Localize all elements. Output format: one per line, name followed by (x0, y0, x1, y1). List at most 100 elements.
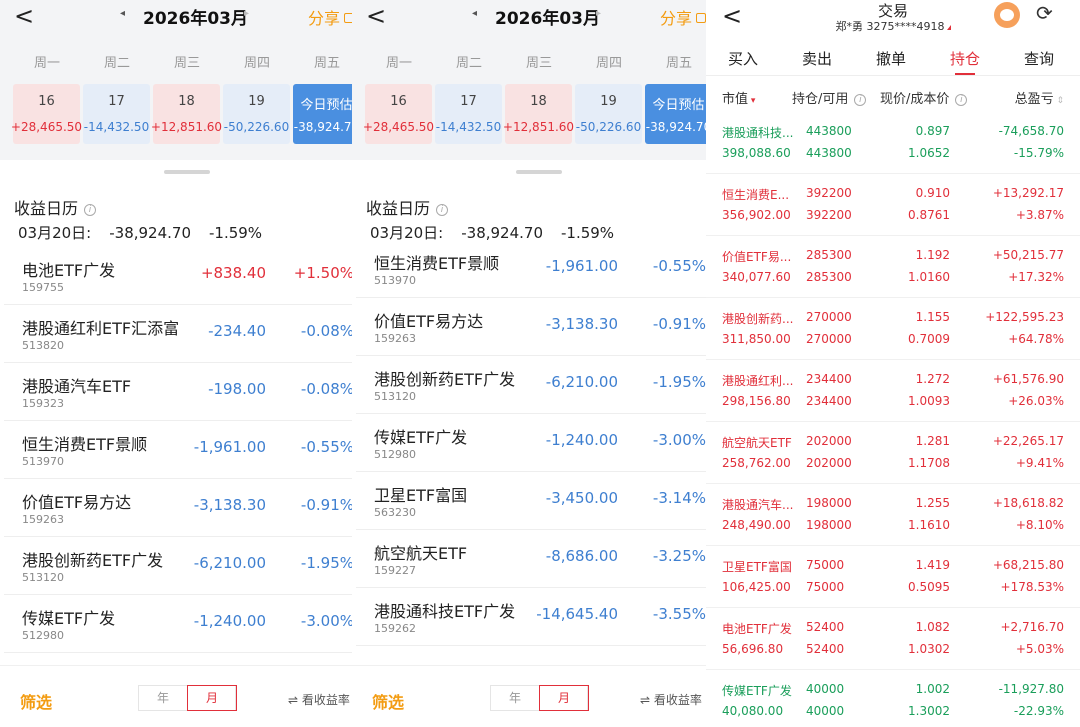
fund-name: 恒生消费ETF景顺 (22, 435, 148, 454)
info-icon[interactable]: i (436, 203, 449, 216)
list-item[interactable]: 价值ETF易方达 159263 -3,138.30 -0.91% (356, 298, 706, 356)
year-tab[interactable]: 年 (139, 686, 187, 710)
list-item[interactable]: 港股创新药ETF广发 513120 -6,210.00 -1.95% (356, 356, 706, 414)
table-row[interactable]: 港股创新药... 311,850.00 270000 270000 1.155 0.700… (706, 298, 1080, 360)
refresh-icon[interactable]: ⟳ (1036, 1, 1053, 25)
filter-button[interactable]: 筛选 (20, 689, 52, 713)
drag-handle[interactable] (164, 170, 210, 174)
year-tab[interactable]: 年 (491, 686, 539, 710)
list-item[interactable]: 港股创新药ETF广发 513120 -6,210.00 -1.95% (4, 537, 352, 595)
day-number: 18 (178, 94, 195, 109)
fund-code: 513120 (22, 571, 64, 584)
holding-list: 恒生消费ETF景顺 513970 -1,961.00 -0.55% 价值ETF易方达 15… (356, 240, 706, 646)
list-item[interactable]: 港股通红利ETF汇添富 513820 -234.40 -0.08% (4, 305, 352, 363)
calendar-day-cell[interactable]: 17 -14,432.50 (83, 84, 150, 144)
back-icon[interactable]: < (366, 1, 386, 31)
available-qty: 75000 (806, 580, 845, 594)
top-bar: < ◂ 2026年03月 ▸ 分享 (0, 0, 352, 36)
info-icon[interactable]: i (955, 93, 968, 106)
share-button[interactable]: 分享 (308, 5, 352, 29)
fund-name: 港股通汽车ETF (22, 377, 132, 396)
calendar-day-cell[interactable]: 16 +28,465.50 (11, 84, 82, 144)
position-qty: 52400 (806, 620, 845, 634)
cost-price: 0.5095 (908, 580, 950, 594)
positions-list: 港股通科技... 398,088.60 443800 443800 0.897 1.065… (706, 112, 1080, 727)
fund-name: 传媒ETF广发 (374, 428, 468, 447)
table-row[interactable]: 传媒ETF广发 40,080.00 40000 40000 1.002 1.3002 -11… (706, 670, 1080, 727)
list-item[interactable]: 港股通汽车ETF 159323 -198.00 -0.08% (4, 363, 352, 421)
month-tab[interactable]: 月 (539, 685, 589, 711)
cost-price: 0.7009 (908, 332, 950, 346)
calendar-day-cell[interactable]: 19 -50,226.60 (575, 84, 642, 144)
header-market-value[interactable]: 市值 ▾ (722, 88, 755, 107)
available-qty: 392200 (806, 208, 852, 222)
current-price: 1.255 (915, 496, 950, 510)
drag-handle[interactable] (516, 170, 562, 174)
prev-month-button[interactable]: ◂ (472, 8, 477, 19)
tab-buy[interactable]: 买入 (706, 48, 780, 69)
table-row[interactable]: 港股通科技... 398,088.60 443800 443800 0.897 1.065… (706, 112, 1080, 174)
calendar-day-cell[interactable]: 16 +28,465.50 (363, 84, 434, 144)
list-item[interactable]: 传媒ETF广发 512980 -1,240.00 -3.00% (356, 414, 706, 472)
next-month-button[interactable]: ▸ (596, 8, 601, 19)
tab-query[interactable]: 查询 (1002, 48, 1076, 69)
view-rate-button[interactable]: ⇌ 看收益率 (288, 691, 350, 708)
weekday-label: 周五 (665, 56, 692, 71)
current-price: 1.002 (915, 682, 950, 696)
weekday-row: 周一 周二 周三 周四 周五 (352, 52, 706, 72)
table-row[interactable]: 港股通汽车... 248,490.00 198000 198000 1.255 1.161… (706, 484, 1080, 546)
calendar-day-cell[interactable]: 19 -50,226.60 (223, 84, 290, 144)
available-qty: 285300 (806, 270, 852, 284)
list-item[interactable]: 恒生消费ETF景顺 513970 -1,961.00 -0.55% (4, 421, 352, 479)
header-price[interactable]: 现价/成本价 i (880, 88, 968, 107)
info-icon[interactable]: i (854, 93, 867, 106)
list-item[interactable]: 传媒ETF广发 512980 -1,240.00 -3.00% (4, 595, 352, 653)
calendar-day-cell[interactable]: 17 -14,432.50 (435, 84, 502, 144)
table-row[interactable]: 航空航天ETF 258,762.00 202000 202000 1.281 1.1708… (706, 422, 1080, 484)
list-item[interactable]: 电池ETF广发 159755 +838.40 +1.50% (4, 247, 352, 305)
calendar-day-cell-today[interactable]: 今日预估 -38,924.70 (293, 84, 352, 144)
fund-code: 159227 (374, 564, 416, 577)
tab-sell[interactable]: 卖出 (780, 48, 854, 69)
weekday-label: 周一 (385, 56, 412, 71)
list-item[interactable]: 港股通科技ETF广发 159262 -14,645.40 -3.55% (356, 588, 706, 646)
day-amount: -14,645.40 (536, 605, 618, 623)
positions-header: 市值 ▾ 持仓/可用 i 现价/成本价 i 总盈亏 ⇕ (706, 84, 1080, 114)
header-position[interactable]: 持仓/可用 i (792, 88, 867, 107)
share-icon (696, 13, 706, 23)
tab-cancel[interactable]: 撤单 (854, 48, 928, 69)
share-icon (344, 13, 352, 23)
next-month-button[interactable]: ▸ (244, 8, 249, 19)
share-button[interactable]: 分享 (660, 5, 706, 29)
header-total-pnl[interactable]: 总盈亏 ⇕ (1015, 88, 1064, 107)
list-item[interactable]: 航空航天ETF 159227 -8,686.00 -3.25% (356, 530, 706, 588)
back-icon[interactable]: < (14, 1, 34, 31)
section-title: 收益日历 i (14, 195, 97, 219)
filter-button[interactable]: 筛选 (372, 689, 404, 713)
tab-positions[interactable]: 持仓 (928, 48, 1002, 69)
table-row[interactable]: 电池ETF广发 56,696.80 52400 52400 1.082 1.0302 +2,… (706, 608, 1080, 670)
table-row[interactable]: 价值ETF易... 340,077.60 285300 285300 1.192 1.01… (706, 236, 1080, 298)
account-selector[interactable]: 郑*勇 3275****4918 (706, 18, 1080, 34)
table-row[interactable]: 恒生消费E... 356,902.00 392200 392200 0.910 0.876… (706, 174, 1080, 236)
list-item[interactable]: 恒生消费ETF景顺 513970 -1,961.00 -0.55% (356, 240, 706, 298)
day-pnl: -38,924.70 (293, 120, 352, 134)
fund-code: 512980 (22, 629, 64, 642)
list-item[interactable]: 卫星ETF富国 563230 -3,450.00 -3.14% (356, 472, 706, 530)
calendar-day-cell[interactable]: 18 +12,851.60 (503, 84, 574, 144)
avatar[interactable] (994, 2, 1020, 28)
calendar-day-cell[interactable]: 18 +12,851.60 (151, 84, 222, 144)
calendar-day-cell-today[interactable]: 今日预估 -38,924.70 (645, 84, 706, 144)
prev-month-button[interactable]: ◂ (120, 8, 125, 19)
table-row[interactable]: 卫星ETF富国 106,425.00 75000 75000 1.419 0.5095 +6… (706, 546, 1080, 608)
calendar-panel-left: < ◂ 2026年03月 ▸ 分享 周一 周二 周三 周四 周五 16 +28,4… (0, 0, 352, 727)
table-row[interactable]: 港股通红利... 298,156.80 234400 234400 1.272 1.009… (706, 360, 1080, 422)
fund-code: 159262 (374, 622, 416, 635)
list-item[interactable]: 价值ETF易方达 159263 -3,138.30 -0.91% (4, 479, 352, 537)
sort-icon: ⇕ (1053, 96, 1064, 106)
month-tab[interactable]: 月 (187, 685, 237, 711)
info-icon[interactable]: i (84, 203, 97, 216)
available-qty: 40000 (806, 704, 845, 718)
header-label: 持仓/可用 (792, 92, 849, 107)
view-rate-button[interactable]: ⇌ 看收益率 (640, 691, 702, 708)
